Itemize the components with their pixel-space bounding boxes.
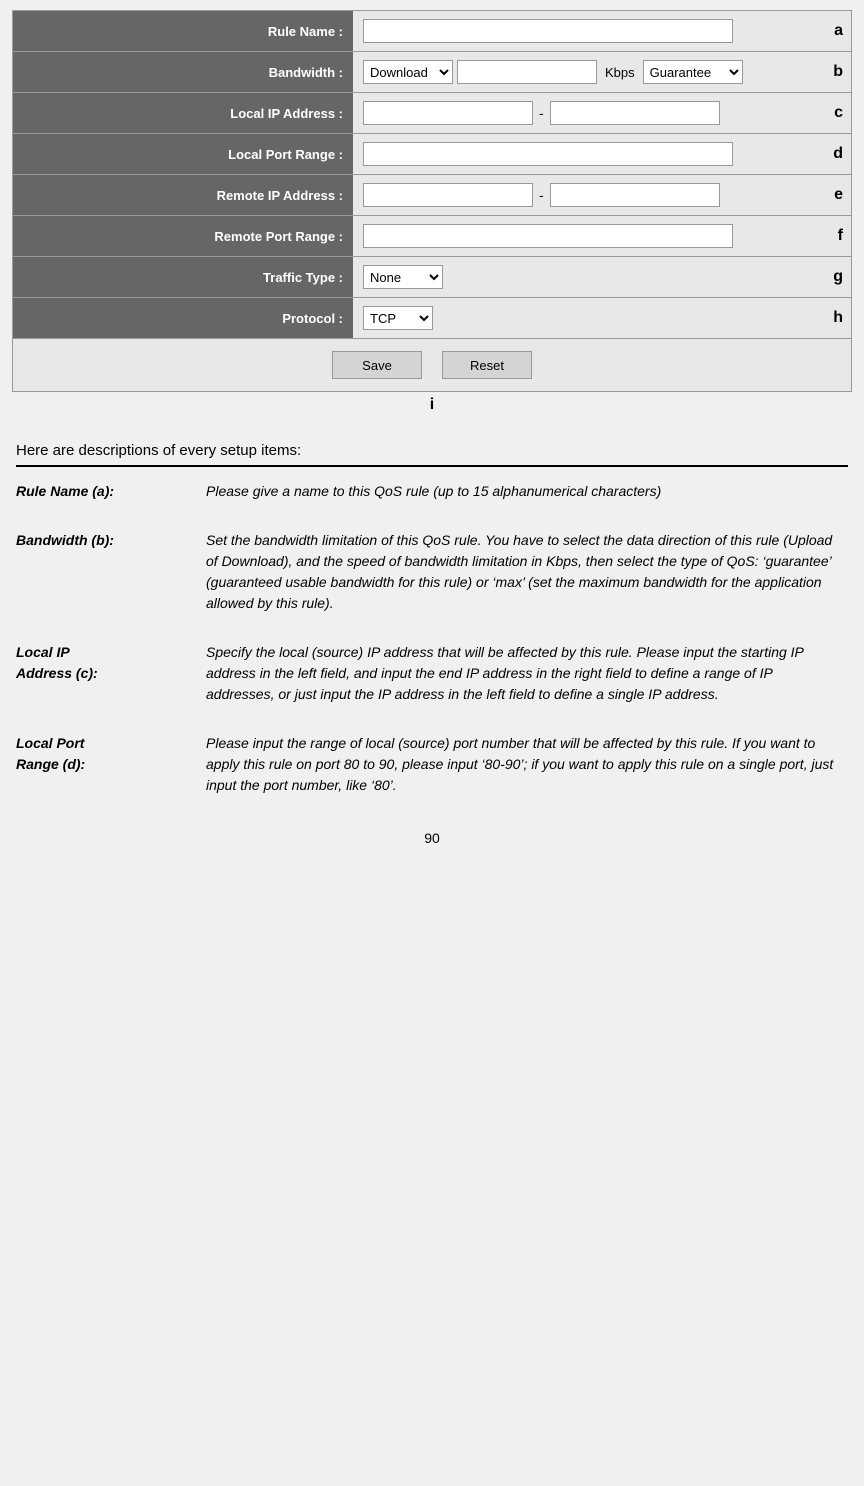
- desc-row-2: Local IP Address (c):Specify the local (…: [16, 628, 848, 719]
- desc-text-0: Please give a name to this QoS rule (up …: [206, 467, 848, 516]
- bandwidth-label: Bandwidth :: [13, 52, 353, 92]
- save-button[interactable]: Save: [332, 351, 422, 379]
- remote-ip-end-input[interactable]: [550, 183, 720, 207]
- page-number: 90: [0, 830, 864, 866]
- remote-port-label: Remote Port Range :: [13, 216, 353, 256]
- protocol-input-cell: TCP UDP Both: [353, 300, 831, 336]
- protocol-row: Protocol : TCP UDP Both h: [13, 298, 851, 339]
- rule-name-row: Rule Name : a: [13, 11, 851, 52]
- local-port-input-cell: [353, 136, 831, 172]
- rule-name-label: Rule Name :: [13, 11, 353, 51]
- local-ip-dash: -: [537, 105, 546, 121]
- row-f-letter: f: [831, 227, 851, 245]
- remote-ip-row: Remote IP Address : - e: [13, 175, 851, 216]
- row-g-letter: g: [831, 268, 851, 286]
- row-a-letter: a: [831, 22, 851, 40]
- traffic-type-input-cell: None VOIP Streaming Gaming: [353, 259, 831, 295]
- row-e-letter: e: [831, 186, 851, 204]
- desc-text-2: Specify the local (source) IP address th…: [206, 628, 848, 719]
- remote-port-input[interactable]: [363, 224, 733, 248]
- remote-ip-input-cell: -: [353, 177, 831, 213]
- bandwidth-kbps-input[interactable]: [457, 60, 597, 84]
- desc-label-1: Bandwidth (b):: [16, 516, 206, 628]
- desc-label-0: Rule Name (a):: [16, 467, 206, 516]
- rule-name-input-cell: [353, 13, 831, 49]
- remote-port-row: Remote Port Range : f: [13, 216, 851, 257]
- local-port-row: Local Port Range : d: [13, 134, 851, 175]
- local-ip-input-cell: -: [353, 95, 831, 131]
- local-port-input[interactable]: [363, 142, 733, 166]
- bandwidth-input-cell: Download Upload Kbps Guarantee Max: [353, 54, 831, 90]
- traffic-type-row: Traffic Type : None VOIP Streaming Gamin…: [13, 257, 851, 298]
- protocol-select[interactable]: TCP UDP Both: [363, 306, 433, 330]
- remote-ip-label: Remote IP Address :: [13, 175, 353, 215]
- bandwidth-row: Bandwidth : Download Upload Kbps Guarant…: [13, 52, 851, 93]
- desc-table: Rule Name (a):Please give a name to this…: [16, 467, 848, 810]
- qos-form: Rule Name : a Bandwidth : Download Uploa…: [12, 10, 852, 392]
- desc-row-3: Local Port Range (d):Please input the ra…: [16, 719, 848, 810]
- desc-label-2: Local IP Address (c):: [16, 628, 206, 719]
- protocol-label: Protocol :: [13, 298, 353, 338]
- desc-label-3: Local Port Range (d):: [16, 719, 206, 810]
- row-c-letter: c: [831, 104, 851, 122]
- button-row: Save Reset: [13, 339, 851, 391]
- local-ip-start-input[interactable]: [363, 101, 533, 125]
- local-ip-label: Local IP Address :: [13, 93, 353, 133]
- bandwidth-direction-select[interactable]: Download Upload: [363, 60, 453, 84]
- local-ip-row: Local IP Address : - c: [13, 93, 851, 134]
- local-port-label: Local Port Range :: [13, 134, 353, 174]
- reset-button[interactable]: Reset: [442, 351, 532, 379]
- description-section: Here are descriptions of every setup ite…: [12, 442, 852, 810]
- remote-port-input-cell: [353, 218, 831, 254]
- remote-ip-start-input[interactable]: [363, 183, 533, 207]
- row-h-letter: h: [831, 309, 851, 327]
- desc-intro: Here are descriptions of every setup ite…: [16, 442, 848, 459]
- rule-name-input[interactable]: [363, 19, 733, 43]
- traffic-type-label: Traffic Type :: [13, 257, 353, 297]
- local-ip-end-input[interactable]: [550, 101, 720, 125]
- row-i-label: i: [0, 392, 864, 424]
- desc-text-1: Set the bandwidth limitation of this QoS…: [206, 516, 848, 628]
- desc-text-3: Please input the range of local (source)…: [206, 719, 848, 810]
- row-d-letter: d: [831, 145, 851, 163]
- kbps-label: Kbps: [601, 65, 639, 80]
- traffic-type-select[interactable]: None VOIP Streaming Gaming: [363, 265, 443, 289]
- row-b-letter: b: [831, 63, 851, 81]
- desc-row-0: Rule Name (a):Please give a name to this…: [16, 467, 848, 516]
- remote-ip-dash: -: [537, 187, 546, 203]
- desc-row-1: Bandwidth (b):Set the bandwidth limitati…: [16, 516, 848, 628]
- bandwidth-guarantee-select[interactable]: Guarantee Max: [643, 60, 743, 84]
